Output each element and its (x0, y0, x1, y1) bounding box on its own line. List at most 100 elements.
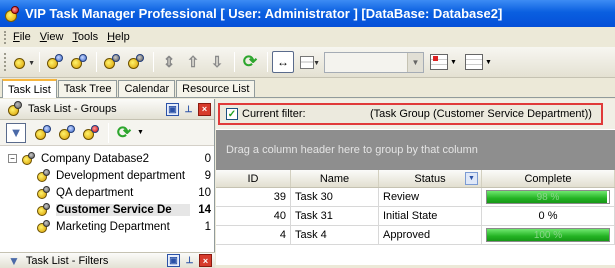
tree-node-count: 9 (204, 169, 211, 182)
progress-text: 100 % (533, 229, 563, 241)
edit-group-icon[interactable] (56, 122, 78, 144)
delete-group-icon[interactable] (80, 122, 102, 144)
add-group-icon[interactable] (32, 122, 54, 144)
menu-view[interactable]: View (40, 31, 64, 43)
table-row[interactable]: 40 Task 31 Initial State 0 % (216, 207, 615, 226)
cell-complete: 100 % (482, 226, 615, 244)
window-title: VIP Task Manager Professional [ User: Ad… (25, 6, 503, 21)
tree-node-label: Marketing Department (56, 220, 170, 233)
grid-header: ID Name Status ▼ Complete (216, 170, 615, 188)
refresh-groups-icon[interactable]: ⟳ (113, 122, 135, 144)
progress-text: 98 % (536, 191, 560, 203)
tree-node-count: 0 (204, 152, 211, 165)
move-up-icon[interactable]: ⇧ (182, 51, 204, 73)
tree-node[interactable]: QA department 10 (0, 184, 214, 201)
column-header-status[interactable]: Status ▼ (379, 170, 482, 187)
groups-pane: Task List - Groups ▣ ⊥ × ▼ ⟳ ▼ − Company… (0, 99, 215, 268)
toolbar-separator (108, 122, 109, 143)
group-icon (21, 151, 37, 166)
filter-checkbox[interactable]: ✓ (226, 108, 238, 120)
cell-name: Task 4 (291, 226, 379, 244)
menu-tools[interactable]: Tools (72, 31, 98, 43)
toolbar-separator (267, 52, 268, 72)
delete-task-icon[interactable] (101, 51, 123, 73)
menu-bar: File View Tools Help (0, 27, 615, 47)
view-tabs: Task List Task Tree Calendar Resource Li… (0, 79, 615, 98)
tree-node-label: Company Database2 (41, 152, 150, 165)
tree-node[interactable]: Marketing Department 1 (0, 218, 214, 235)
tree-node-selected[interactable]: Customer Service De 14 (0, 201, 214, 218)
tree-node-count: 1 (204, 220, 211, 233)
pin-icon[interactable]: ⊥ (183, 254, 196, 267)
toolbar-separator (96, 52, 97, 72)
groups-toolbar: ▼ ⟳ ▼ (0, 120, 214, 146)
tree-node-root[interactable]: − Company Database2 0 (0, 150, 214, 167)
group-icon (36, 219, 52, 234)
copy-task-icon[interactable] (68, 51, 90, 73)
tree-node-count: 14 (198, 203, 211, 216)
cell-name: Task 31 (291, 207, 379, 225)
toolbar-grip[interactable] (4, 53, 7, 71)
new-task-icon[interactable]: ▼ (11, 51, 35, 73)
print-dropdown-icon[interactable]: ▼ (450, 59, 457, 66)
menu-file[interactable]: File (13, 31, 31, 43)
cell-complete: 98 % (482, 188, 615, 206)
group-icon (36, 168, 52, 183)
export-dropdown-icon[interactable]: ▼ (485, 59, 492, 66)
filters-pane-header[interactable]: ▼ Task List - Filters ▣ ⊥ × (0, 252, 215, 268)
column-filter-icon[interactable]: ▼ (465, 172, 478, 185)
cell-name: Task 30 (291, 188, 379, 206)
app-icon (4, 5, 20, 22)
move-up-down-icon[interactable]: ⇕ (158, 51, 180, 73)
tab-calendar[interactable]: Calendar (118, 80, 176, 97)
view-combo[interactable]: ▼ (324, 51, 424, 73)
cell-id: 39 (216, 188, 291, 206)
collapse-icon[interactable]: − (8, 154, 17, 163)
tree-node-count: 10 (198, 186, 211, 199)
tab-task-tree[interactable]: Task Tree (57, 80, 118, 97)
column-header-complete[interactable]: Complete (482, 170, 615, 187)
current-filter-box[interactable]: ✓ Current filter: (Task Group (Customer … (218, 103, 603, 125)
filter-icon[interactable]: ▼ (6, 122, 26, 143)
cell-status: Review (379, 188, 482, 206)
edit-task-icon[interactable] (44, 51, 66, 73)
title-bar[interactable]: VIP Task Manager Professional [ User: Ad… (0, 0, 615, 27)
window-icon[interactable]: ▣ (166, 102, 179, 116)
print-icon[interactable] (430, 54, 448, 70)
tree-node[interactable]: Development department 9 (0, 167, 214, 184)
task-grid-pane: ✓ Current filter: (Task Group (Customer … (216, 99, 615, 265)
table-row[interactable]: 39 Task 30 Review 98 % (216, 188, 615, 207)
groups-pane-title: Task List - Groups (28, 103, 117, 115)
progress-bar: 98 % (486, 190, 610, 204)
close-icon[interactable]: × (199, 254, 212, 267)
filter-text: (Task Group (Customer Service Department… (370, 108, 592, 120)
column-header-name[interactable]: Name (291, 170, 379, 187)
table-row[interactable]: 4 Task 4 Approved 100 % (216, 226, 615, 245)
group-icon (36, 202, 52, 217)
menu-help[interactable]: Help (107, 31, 130, 43)
main-toolbar: ▼ ⇕ ⇧ ⇩ ⟳ ↔ ▼ ▼ ▼ ▼ (0, 47, 615, 78)
close-icon[interactable]: × (198, 102, 211, 116)
chevron-down-icon[interactable]: ▼ (407, 52, 423, 72)
group-icon (36, 185, 52, 200)
tab-resource-list[interactable]: Resource List (176, 80, 256, 97)
tree-node-label: Development department (56, 169, 186, 182)
properties-icon[interactable] (125, 51, 147, 73)
filter-label: Current filter: (242, 108, 306, 120)
group-by-zone[interactable]: Drag a column header here to group by th… (216, 130, 615, 170)
export-icon[interactable] (464, 54, 483, 70)
column-header-id[interactable]: ID (216, 170, 291, 187)
menu-grip[interactable] (4, 30, 7, 44)
pin-icon[interactable]: ⊥ (182, 103, 195, 116)
toolbar-separator (153, 52, 154, 72)
filter-bar: ✓ Current filter: (Task Group (Customer … (216, 99, 615, 129)
layout-icon[interactable]: ▼ (296, 51, 320, 73)
window-icon[interactable]: ▣ (167, 254, 180, 267)
refresh-icon[interactable]: ⟳ (239, 51, 261, 73)
fit-columns-icon[interactable]: ↔ (272, 51, 294, 73)
cell-id: 4 (216, 226, 291, 244)
groups-icon (6, 101, 24, 117)
move-down-icon[interactable]: ⇩ (206, 51, 228, 73)
tab-task-list[interactable]: Task List (2, 79, 57, 98)
refresh-dropdown-icon[interactable]: ▼ (137, 129, 144, 136)
